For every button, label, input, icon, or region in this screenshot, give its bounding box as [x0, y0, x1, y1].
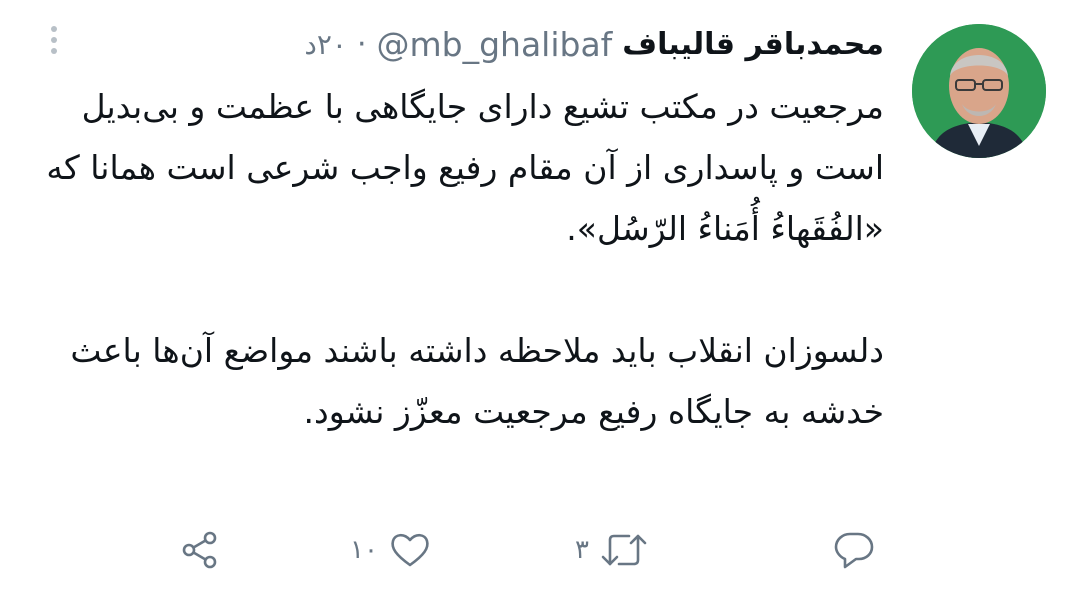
- reply-button[interactable]: [832, 528, 876, 572]
- more-options-button[interactable]: [40, 22, 68, 58]
- more-vertical-icon: [51, 26, 57, 32]
- retweet-button[interactable]: ۳: [575, 528, 649, 572]
- tweet: محمدباقر قالیباف @mb_ghalibaf · ۲۰د مرجع…: [0, 0, 1080, 594]
- share-button[interactable]: [178, 528, 222, 572]
- tweet-header: محمدباقر قالیباف @mb_ghalibaf · ۲۰د: [304, 18, 884, 70]
- more-vertical-icon: [51, 37, 57, 43]
- reply-icon: [834, 532, 874, 569]
- retweet-icon: [601, 534, 647, 566]
- avatar[interactable]: [912, 24, 1046, 158]
- more-vertical-icon: [51, 48, 57, 54]
- tweet-actions: ۱۰ ۳: [0, 520, 1080, 580]
- header-separator: ·: [356, 26, 367, 62]
- tweet-paragraph: مرجعیت در مکتب تشیع دارای جایگاهی با عظم…: [46, 87, 884, 248]
- timestamp[interactable]: ۲۰د: [304, 28, 347, 61]
- share-icon: [182, 531, 217, 569]
- like-icon: [391, 533, 429, 567]
- display-name[interactable]: محمدباقر قالیباف: [622, 27, 884, 62]
- like-count: ۱۰: [350, 535, 378, 565]
- like-button[interactable]: ۱۰: [350, 528, 432, 572]
- user-handle[interactable]: @mb_ghalibaf: [376, 25, 612, 64]
- tweet-body: مرجعیت در مکتب تشیع دارای جایگاهی با عظم…: [34, 76, 884, 442]
- tweet-paragraph: دلسوزان انقلاب باید ملاحظه داشته باشند م…: [70, 331, 884, 431]
- retweet-count: ۳: [575, 535, 589, 565]
